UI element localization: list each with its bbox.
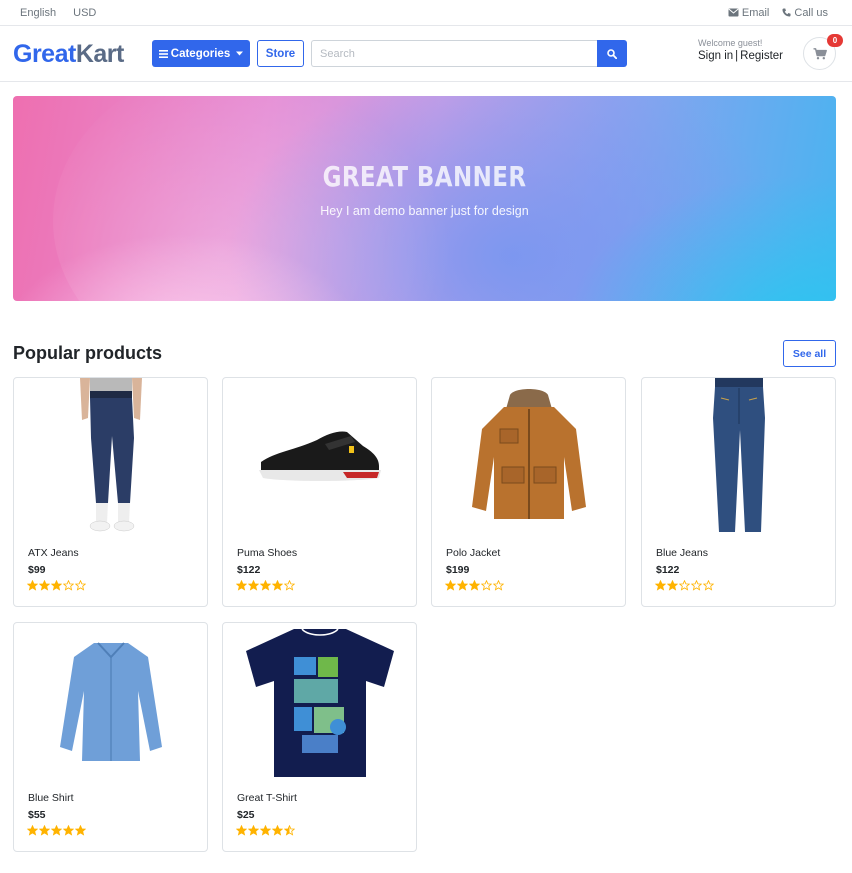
section-title: Popular products — [13, 343, 163, 363]
product-card[interactable]: ATX Jeans $99 — [13, 377, 208, 607]
star-half-icon — [284, 825, 295, 836]
product-rating — [655, 580, 714, 591]
product-rating — [236, 825, 295, 836]
product-rating — [27, 825, 86, 836]
star-full-icon — [27, 825, 38, 836]
search-button[interactable] — [597, 40, 627, 67]
banner-decoration — [53, 96, 473, 301]
caret-down-icon — [236, 51, 244, 56]
language-selector[interactable]: English — [20, 7, 56, 19]
banner-subtitle: Hey I am demo banner just for design — [320, 204, 529, 218]
auth-separator: | — [735, 50, 739, 62]
call-link[interactable]: Call us — [782, 7, 828, 19]
product-rating — [445, 580, 504, 591]
email-link[interactable]: Email — [728, 6, 770, 19]
categories-label: Categories — [170, 47, 231, 60]
top-bar: English USD Email Call us — [0, 0, 852, 26]
product-card[interactable]: Polo Jacket $199 — [431, 377, 626, 607]
see-all-button[interactable]: See all — [783, 340, 836, 367]
star-empty-icon — [493, 580, 504, 591]
product-price: $122 — [656, 564, 680, 576]
star-full-icon — [51, 825, 62, 836]
product-rating — [236, 580, 295, 591]
star-full-icon — [272, 580, 283, 591]
phone-icon — [782, 8, 791, 17]
logo[interactable]: GreatKart — [13, 40, 124, 69]
banner-title: GREAT BANNER — [322, 160, 527, 193]
star-empty-icon — [63, 580, 74, 591]
product-name[interactable]: Puma Shoes — [237, 547, 297, 559]
product-card[interactable]: Blue Shirt $55 — [13, 622, 208, 852]
product-name[interactable]: Blue Jeans — [656, 547, 708, 559]
product-name[interactable]: ATX Jeans — [28, 547, 79, 559]
store-button[interactable]: Store — [257, 40, 304, 67]
product-price: $25 — [237, 809, 255, 821]
product-price: $199 — [446, 564, 470, 576]
signin-link[interactable]: Sign in — [698, 50, 733, 62]
product-name[interactable]: Polo Jacket — [446, 547, 500, 559]
star-full-icon — [457, 580, 468, 591]
envelope-icon — [728, 8, 739, 17]
star-full-icon — [39, 580, 50, 591]
email-label: Email — [741, 6, 770, 19]
star-empty-icon — [481, 580, 492, 591]
star-full-icon — [75, 825, 86, 836]
star-full-icon — [248, 580, 259, 591]
product-image-sneaker[interactable] — [223, 378, 416, 536]
cart-count-badge: 0 — [827, 34, 843, 47]
product-image-jeans[interactable] — [642, 378, 835, 536]
star-empty-icon — [284, 580, 295, 591]
star-full-icon — [27, 580, 38, 591]
search-input[interactable] — [311, 40, 598, 67]
star-full-icon — [63, 825, 74, 836]
product-price: $99 — [28, 564, 46, 576]
star-full-icon — [39, 825, 50, 836]
hero-banner: GREAT BANNER Hey I am demo banner just f… — [13, 96, 836, 301]
auth-links: Sign in | Register — [698, 50, 783, 62]
star-empty-icon — [703, 580, 714, 591]
star-empty-icon — [75, 580, 86, 591]
product-price: $122 — [237, 564, 261, 576]
star-full-icon — [51, 580, 62, 591]
star-full-icon — [236, 825, 247, 836]
shopping-cart-icon — [813, 47, 827, 59]
product-card[interactable]: Blue Jeans $122 — [641, 377, 836, 607]
logo-part-kart: Kart — [75, 40, 125, 68]
search-icon — [607, 48, 617, 59]
product-rating — [27, 580, 86, 591]
star-full-icon — [260, 580, 271, 591]
star-full-icon — [469, 580, 480, 591]
product-image-shirt[interactable] — [14, 623, 207, 781]
star-full-icon — [236, 580, 247, 591]
register-link[interactable]: Register — [740, 50, 783, 62]
call-label: Call us — [794, 6, 828, 19]
product-name[interactable]: Great T-Shirt — [237, 792, 297, 804]
star-full-icon — [655, 580, 666, 591]
welcome-text: Welcome guest! — [698, 38, 763, 48]
menu-bars-icon — [158, 49, 168, 58]
product-card[interactable]: Puma Shoes $122 — [222, 377, 417, 607]
star-empty-icon — [691, 580, 702, 591]
product-name[interactable]: Blue Shirt — [28, 792, 74, 804]
logo-part-great: Great — [13, 40, 76, 68]
product-card[interactable]: Great T-Shirt $25 — [222, 622, 417, 852]
categories-button[interactable]: Categories — [152, 40, 250, 67]
product-image-jeans-model[interactable] — [14, 378, 207, 536]
main-header: GreatKart Categories Store Welcome guest… — [0, 26, 852, 82]
star-full-icon — [272, 825, 283, 836]
star-full-icon — [445, 580, 456, 591]
star-empty-icon — [679, 580, 690, 591]
product-image-jacket[interactable] — [432, 378, 625, 536]
star-full-icon — [248, 825, 259, 836]
star-full-icon — [260, 825, 271, 836]
star-full-icon — [667, 580, 678, 591]
product-price: $55 — [28, 809, 46, 821]
currency-selector[interactable]: USD — [73, 7, 96, 19]
product-image-tshirt[interactable] — [223, 623, 416, 781]
